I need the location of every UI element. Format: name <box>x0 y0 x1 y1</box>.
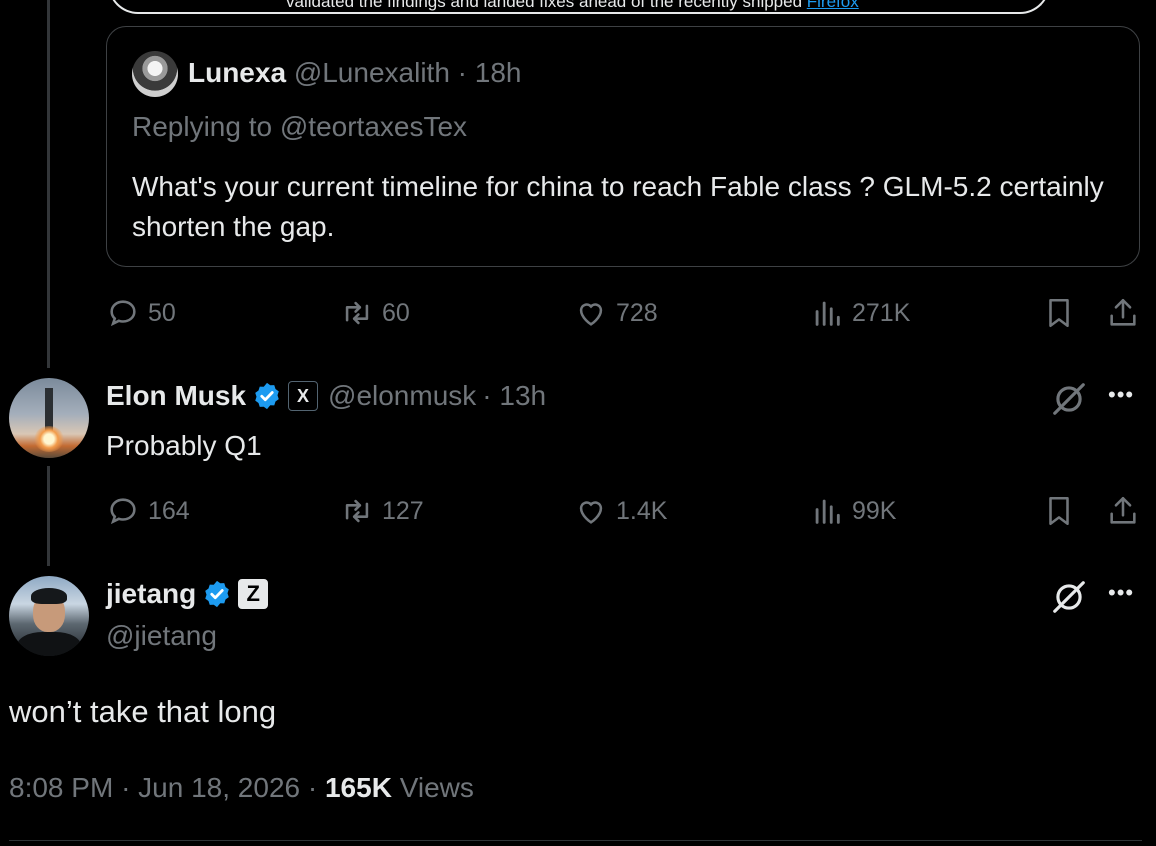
reply-count: 164 <box>148 496 190 525</box>
quoted-author-handle[interactable]: @Lunexalith <box>294 57 450 88</box>
share-icon <box>1110 496 1136 524</box>
replying-to-handle[interactable]: @teortaxesTex <box>280 111 467 142</box>
embedded-card-body: validated the findings and landed fixes … <box>286 0 807 11</box>
more-icon[interactable]: ••• <box>1108 580 1134 606</box>
flame-graphic <box>34 426 64 452</box>
author-handle[interactable]: @jietang <box>106 620 217 652</box>
views-label: Views <box>399 772 474 803</box>
share-button[interactable] <box>1106 494 1140 528</box>
repost-count: 60 <box>382 298 410 327</box>
like-button[interactable]: 728 <box>574 296 658 330</box>
replying-to-prefix: Replying to <box>132 111 280 142</box>
repost-icon <box>345 499 369 523</box>
share-button[interactable] <box>1106 296 1140 330</box>
embedded-card-link[interactable]: Firefox <box>807 0 859 11</box>
avatar[interactable] <box>9 378 89 458</box>
quoted-time[interactable]: · 18h <box>458 57 522 88</box>
like-count: 728 <box>616 298 658 327</box>
quoted-avatar[interactable] <box>132 51 178 97</box>
reply-icon <box>110 498 136 525</box>
views-count: 271K <box>852 298 911 327</box>
quoted-tweet[interactable]: Lunexa @Lunexalith · 18h Replying to @te… <box>106 26 1140 267</box>
repost-button[interactable]: 127 <box>340 494 424 528</box>
reply-button[interactable]: 50 <box>106 296 176 330</box>
divider <box>9 840 1142 841</box>
reply-button[interactable]: 164 <box>106 494 190 528</box>
post-date[interactable]: Jun 18, 2026 <box>138 772 300 803</box>
reply-icon <box>110 300 136 327</box>
views-total: 165K <box>324 772 392 803</box>
verified-icon[interactable] <box>202 579 232 609</box>
author-name[interactable]: jietang <box>106 578 196 610</box>
avatar-hair <box>31 588 67 604</box>
reply-action-bar: 164 127 1.4K 99K <box>106 494 1146 530</box>
repost-icon <box>345 301 369 325</box>
views-button[interactable]: 99K <box>810 494 896 528</box>
share-icon <box>1110 298 1136 326</box>
quoted-header: Lunexa @Lunexalith · 18h <box>188 57 522 89</box>
like-button[interactable]: 1.4K <box>574 494 667 528</box>
reply-header: Elon Musk X @elonmusk · 13h <box>106 380 546 412</box>
avatar-body <box>17 632 81 656</box>
repost-count: 127 <box>382 496 424 525</box>
post-text: won’t take that long <box>9 694 277 729</box>
meta-separator: · <box>307 772 318 803</box>
affiliation-badge[interactable]: Z <box>238 579 269 609</box>
main-header: jietang Z <box>106 578 269 610</box>
views-icon <box>815 499 840 524</box>
like-icon <box>579 303 603 326</box>
affiliation-badge[interactable]: X <box>288 381 319 411</box>
reply-count: 50 <box>148 298 176 327</box>
grok-icon[interactable] <box>1050 578 1088 616</box>
bookmark-icon <box>1049 496 1069 526</box>
repost-button[interactable]: 60 <box>340 296 410 330</box>
grok-icon[interactable] <box>1050 380 1088 418</box>
post-meta: 8:08 PM · Jun 18, 2026 · 165K Views <box>9 772 474 804</box>
views-icon <box>815 301 840 326</box>
quoted-action-bar: 50 60 728 271K <box>106 296 1146 332</box>
like-icon <box>579 501 603 524</box>
tweet-thread: validated the findings and landed fixes … <box>0 0 1156 846</box>
quoted-author-name[interactable]: Lunexa <box>188 57 286 88</box>
thread-line <box>47 466 50 566</box>
thread-line <box>47 0 50 368</box>
replying-to: Replying to @teortaxesTex <box>132 111 467 143</box>
post-time[interactable]: 8:08 PM <box>9 772 113 803</box>
bookmark-button[interactable] <box>1042 494 1076 528</box>
quoted-text: What's your current timeline for china t… <box>132 171 1104 242</box>
verified-icon[interactable] <box>252 381 282 411</box>
author-handle[interactable]: @elonmusk <box>328 380 476 412</box>
views-count: 99K <box>852 496 897 525</box>
bookmark-button[interactable] <box>1042 296 1076 330</box>
views-button[interactable]: 271K <box>810 296 910 330</box>
more-icon[interactable]: ••• <box>1108 382 1134 408</box>
avatar[interactable] <box>9 576 89 656</box>
author-name[interactable]: Elon Musk <box>106 380 246 412</box>
reply-text: Probably Q1 <box>106 430 262 461</box>
like-count: 1.4K <box>616 496 668 525</box>
bookmark-icon <box>1049 298 1069 328</box>
post-time[interactable]: · 13h <box>482 380 546 412</box>
meta-separator: · <box>121 772 131 803</box>
embedded-card-text: validated the findings and landed fixes … <box>286 0 859 12</box>
